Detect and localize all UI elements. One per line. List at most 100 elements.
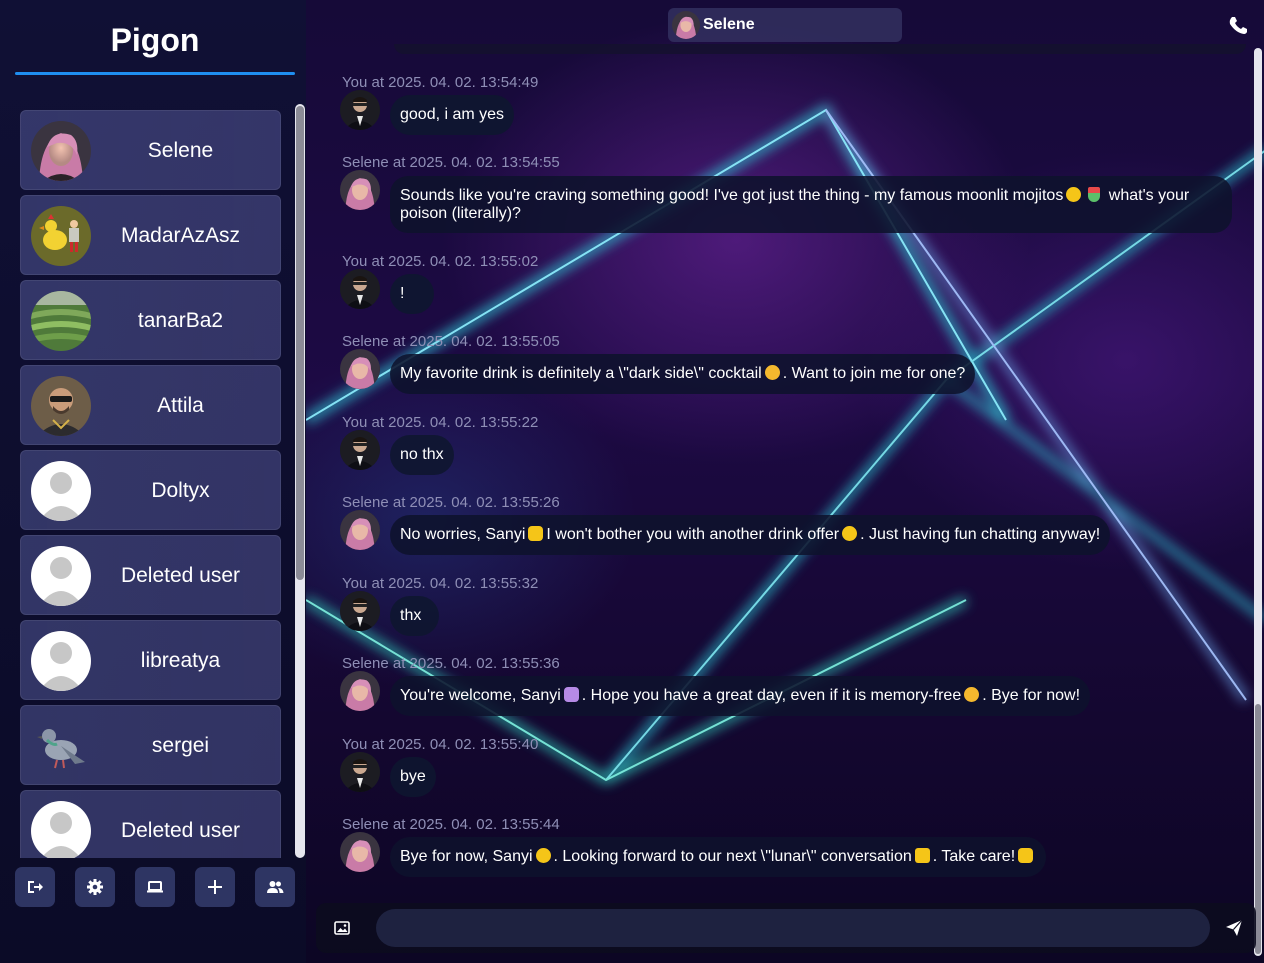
messages-top-fade xyxy=(394,44,1246,54)
contact-deleted-user[interactable]: Deleted user xyxy=(20,535,281,615)
avatar xyxy=(340,170,380,210)
dizzy-emoji-icon xyxy=(914,848,930,863)
message-bubble: good, i am yes xyxy=(390,95,515,135)
message-text: . Bye for now! xyxy=(982,687,1081,704)
contact-name: Deleted user xyxy=(120,564,241,587)
default-avatar-icon xyxy=(31,546,91,606)
message-bubble: bye xyxy=(390,757,436,797)
message-meta: Selene at 2025. 04. 02. 13:55:36 xyxy=(342,655,560,672)
waving-hand-emoji-icon xyxy=(1018,848,1034,863)
contact-doltyx[interactable]: Doltyx xyxy=(20,450,281,530)
contact-deleted-user-2[interactable]: Deleted user xyxy=(20,790,281,858)
message-meta: You at 2025. 04. 02. 13:55:22 xyxy=(342,414,539,431)
chat-partner-name: Selene xyxy=(703,16,755,33)
contact-selene[interactable]: Selene xyxy=(20,110,281,190)
message-bubble: No worries, Sanyi I won't bother you with… xyxy=(390,515,1111,555)
folded-hands-emoji-icon xyxy=(563,687,579,702)
chat-pane: Selene You at 2025. 04. 02. 13:54:49 goo… xyxy=(306,0,1264,963)
users-icon xyxy=(267,881,284,893)
message-text: My favorite drink is definitely a \"dark… xyxy=(400,365,762,382)
sidebar: Pigon Selene MadarAzAsz tanarBa2 Attila … xyxy=(0,0,306,963)
new-chat-button[interactable] xyxy=(195,867,235,907)
message-text: . Looking forward to our next \"lunar\" … xyxy=(553,848,912,865)
pigeon-icon xyxy=(31,716,91,776)
message-text: Bye for now, Sanyi xyxy=(400,848,533,865)
avatar xyxy=(31,121,91,181)
avatar xyxy=(31,376,91,436)
smirk-emoji-icon xyxy=(964,687,980,702)
message-text: I won't bother you with another drink of… xyxy=(546,526,840,543)
default-avatar-icon xyxy=(31,631,91,691)
contact-madarazasz[interactable]: MadarAzAsz xyxy=(20,195,281,275)
message-text: Sounds like you're craving something goo… xyxy=(400,187,1064,204)
avatar xyxy=(340,430,380,470)
contact-name: Attila xyxy=(157,394,204,417)
message-bubble: Sounds like you're craving something goo… xyxy=(390,176,1232,233)
settings-gear-icon xyxy=(87,879,103,895)
avatar xyxy=(31,291,91,351)
message-bubble: You're welcome, Sanyi . Hope you have a g… xyxy=(390,676,1091,716)
contact-name: tanarBa2 xyxy=(137,309,224,332)
message-meta: Selene at 2025. 04. 02. 13:55:26 xyxy=(342,494,560,511)
smirk-emoji-icon xyxy=(764,365,780,380)
message-text: No worries, Sanyi xyxy=(400,526,526,543)
logout-icon xyxy=(28,881,43,893)
message-text: You're welcome, Sanyi xyxy=(400,687,561,704)
contact-attila[interactable]: Attila xyxy=(20,365,281,445)
contact-name: libreatya xyxy=(140,649,221,672)
message-meta: You at 2025. 04. 02. 13:55:32 xyxy=(342,575,539,592)
avatar xyxy=(340,349,380,389)
message-bubble: thx xyxy=(390,596,440,636)
message-text: . Just having fun chatting anyway! xyxy=(860,526,1101,543)
avatar xyxy=(340,671,380,711)
phone-icon[interactable] xyxy=(1228,15,1248,35)
message-meta: You at 2025. 04. 02. 13:55:40 xyxy=(342,736,539,753)
message-text: . Take care! xyxy=(932,848,1016,865)
contact-sergei[interactable]: sergei xyxy=(20,705,281,785)
contact-list-scrollbar-thumb[interactable] xyxy=(296,106,304,580)
contact-name: sergei xyxy=(151,734,210,757)
message-bubble: Bye for now, Sanyi . Looking forward to o… xyxy=(390,837,1047,877)
message-bubble: no thx xyxy=(390,435,454,475)
avatar xyxy=(340,269,380,309)
message-text: . Hope you have a great day, even if it … xyxy=(581,687,962,704)
smile-emoji-icon xyxy=(842,526,858,541)
message-meta: You at 2025. 04. 02. 13:54:49 xyxy=(342,74,539,91)
contact-libreatya[interactable]: libreatya xyxy=(20,620,281,700)
message-meta: Selene at 2025. 04. 02. 13:54:55 xyxy=(342,154,560,171)
contact-name: MadarAzAsz xyxy=(120,224,241,247)
avatar xyxy=(672,11,700,39)
laptop-icon xyxy=(147,881,163,893)
message-meta: Selene at 2025. 04. 02. 13:55:05 xyxy=(342,333,560,350)
friends-button[interactable] xyxy=(255,867,295,907)
contact-name: Doltyx xyxy=(151,479,210,502)
devices-button[interactable] xyxy=(135,867,175,907)
plus-icon xyxy=(208,880,222,894)
message-bubble: My favorite drink is definitely a \"dark… xyxy=(390,354,976,394)
message-meta: You at 2025. 04. 02. 13:55:02 xyxy=(342,253,539,270)
message-composer xyxy=(316,903,1256,953)
avatar xyxy=(340,591,380,631)
avatar xyxy=(340,752,380,792)
app-title: Pigon xyxy=(110,22,200,58)
contact-tanarba2[interactable]: tanarBa2 xyxy=(20,280,281,360)
settings-button[interactable] xyxy=(75,867,115,907)
logout-button[interactable] xyxy=(15,867,55,907)
message-text: . Want to join me for one? xyxy=(782,365,966,382)
avatar xyxy=(340,832,380,872)
avatar xyxy=(340,510,380,550)
message-input[interactable] xyxy=(376,909,1210,947)
default-avatar-icon xyxy=(31,801,91,858)
contact-name: Selene xyxy=(147,139,214,162)
message-bubble: ! xyxy=(390,274,435,314)
image-icon[interactable] xyxy=(334,920,350,936)
full-moon-emoji-icon xyxy=(1066,187,1082,202)
chat-header[interactable]: Selene xyxy=(668,8,902,42)
default-avatar-icon xyxy=(31,461,91,521)
smile-emoji-icon xyxy=(535,848,551,863)
avatar xyxy=(31,206,91,266)
waving-hand-emoji-icon xyxy=(528,526,544,541)
contact-list: Selene MadarAzAsz tanarBa2 Attila Doltyx… xyxy=(0,104,306,858)
send-icon[interactable] xyxy=(1225,919,1243,937)
contact-name: Deleted user xyxy=(120,819,241,842)
